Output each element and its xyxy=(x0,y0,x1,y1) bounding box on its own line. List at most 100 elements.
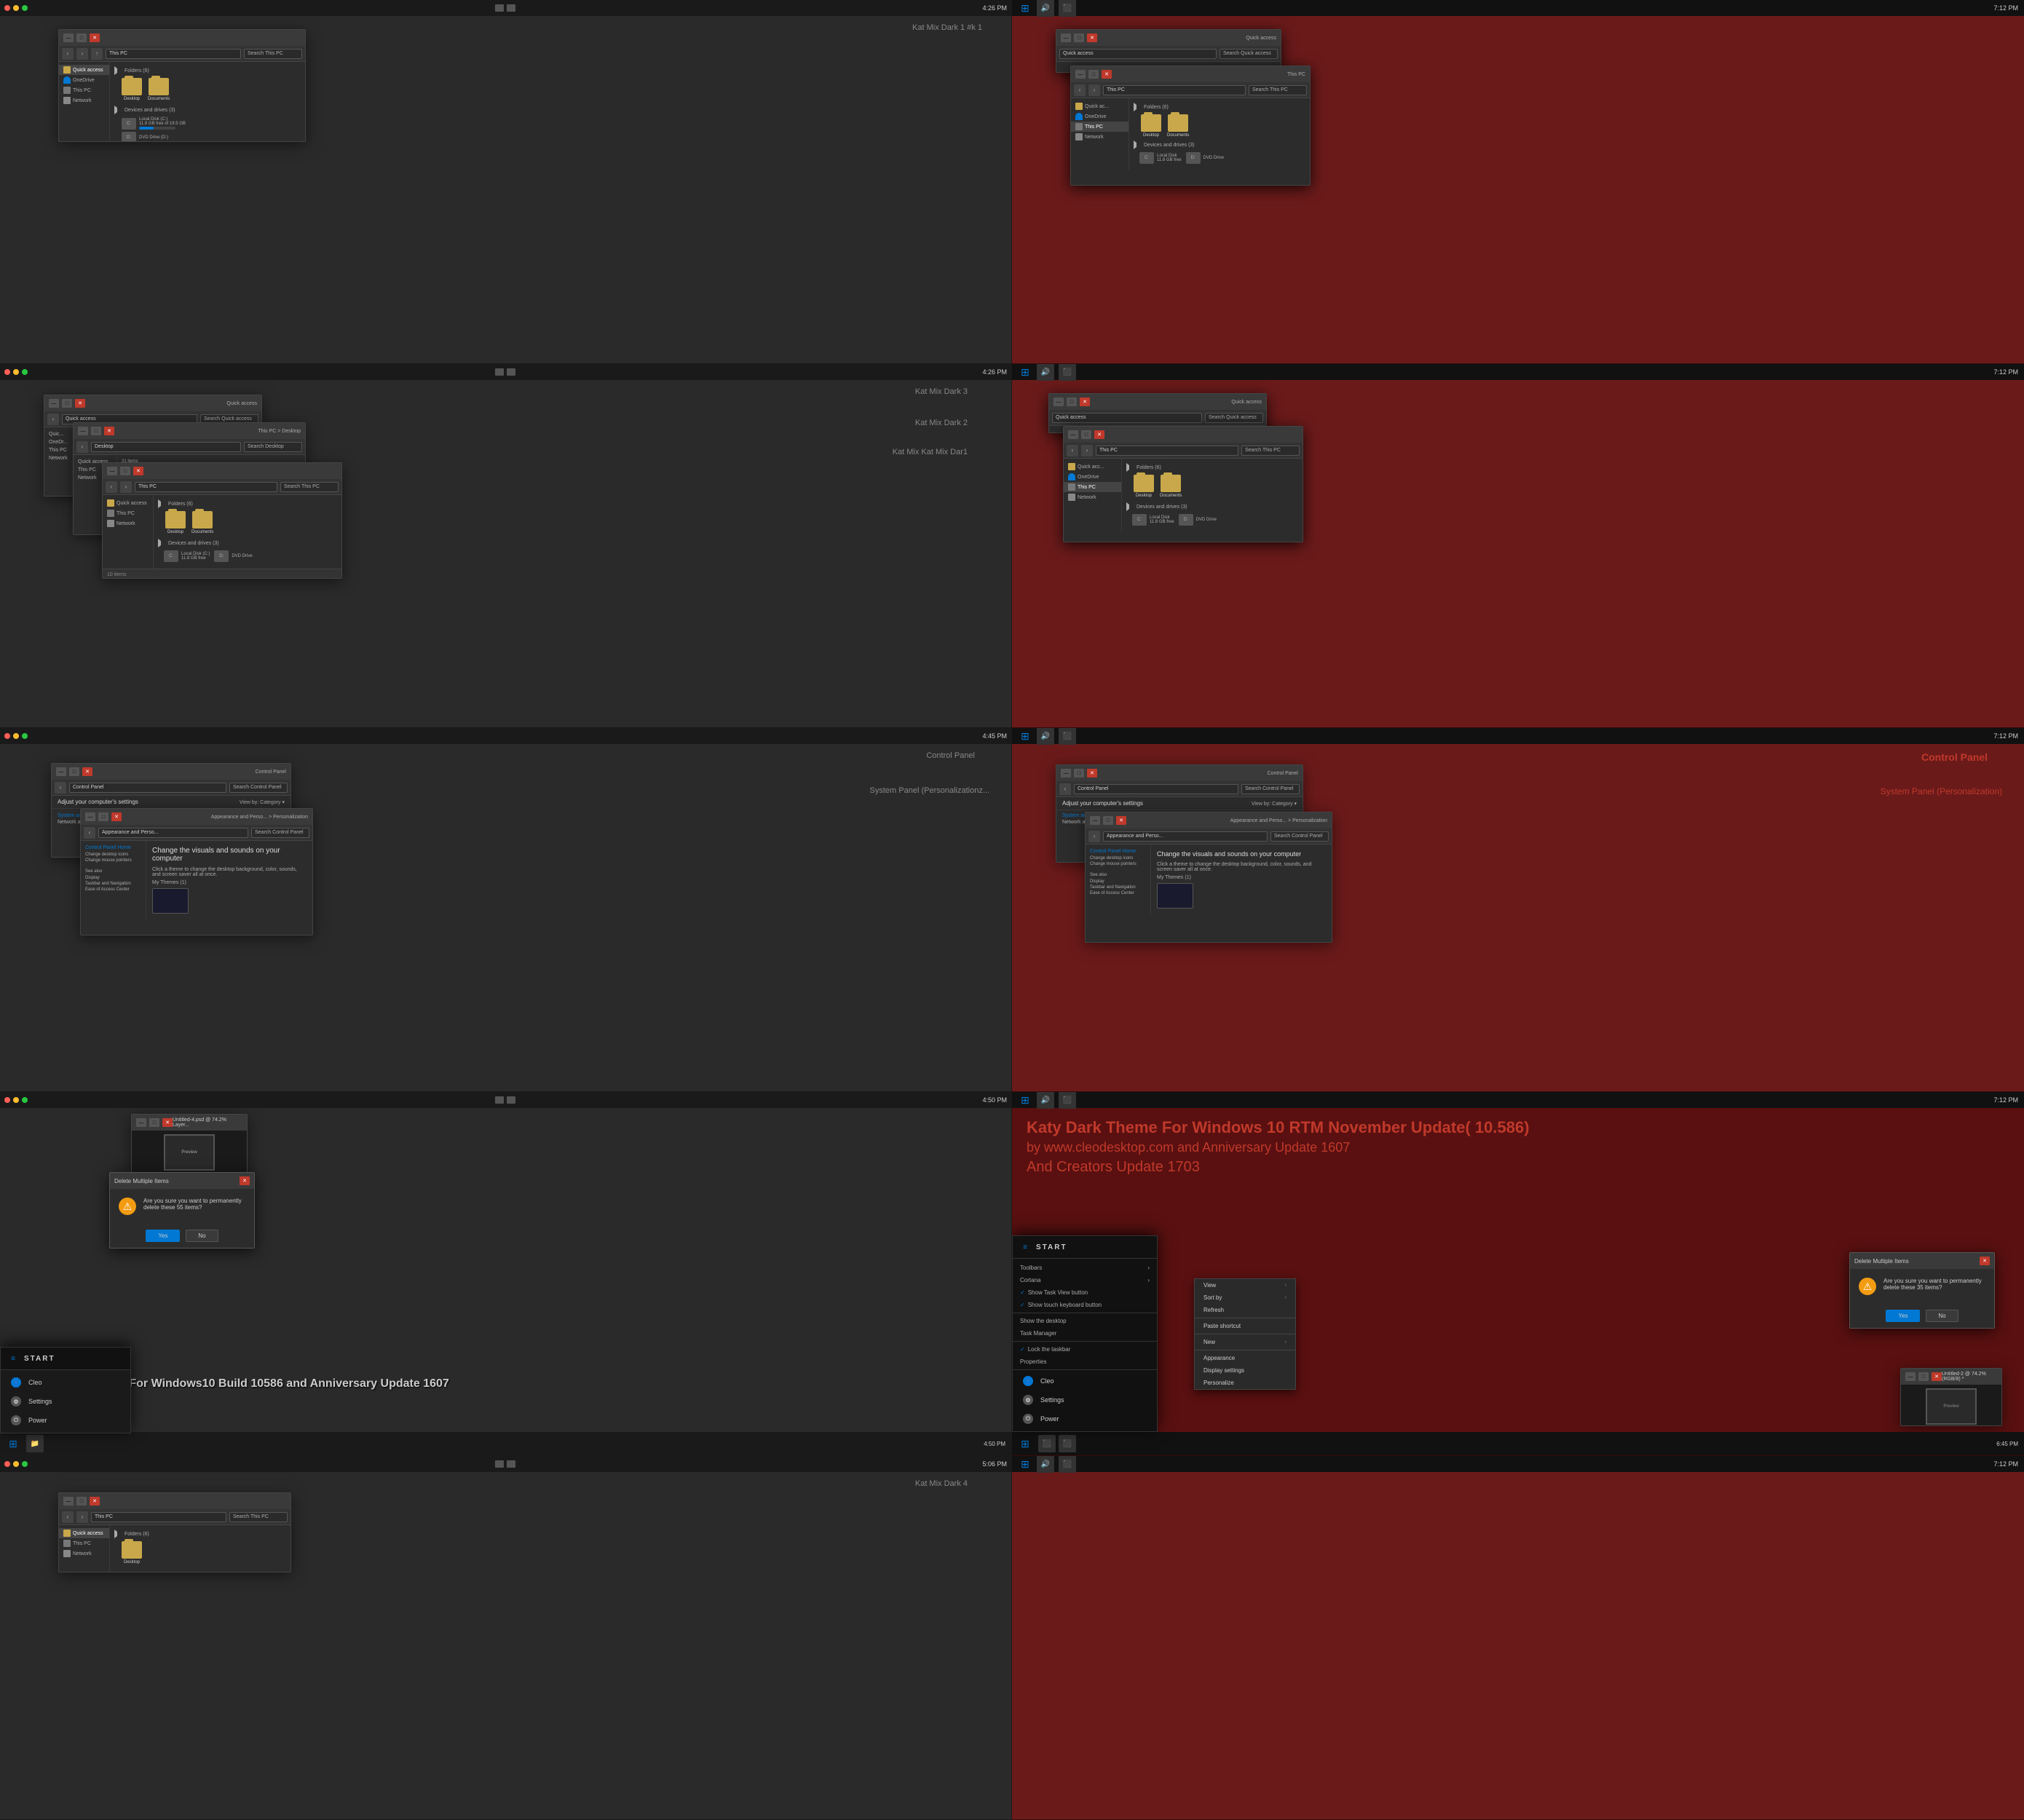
cpw2-close[interactable]: ✕ xyxy=(111,812,122,821)
cpw2-addr[interactable]: Appearance and Perso... xyxy=(98,828,248,838)
km4-addr[interactable]: This PC xyxy=(91,1512,226,1522)
win-controls-1[interactable]: — □ ✕ xyxy=(63,33,100,42)
sub-desktop-1b[interactable]: Desktop xyxy=(1141,114,1161,138)
sub2-docs-2[interactable]: Documents xyxy=(1160,475,1182,498)
dot-green[interactable] xyxy=(22,5,28,11)
cpw2-change-mouse[interactable]: Change mouse pointers xyxy=(85,858,141,863)
km4-desktop[interactable]: Desktop xyxy=(122,1541,142,1564)
cpRP-change-mouse[interactable]: Change mouse pointers xyxy=(1090,861,1146,867)
dot-g-km4[interactable] xyxy=(22,1461,28,1467)
dots-ps[interactable] xyxy=(4,1097,28,1103)
sub2-fwd-2[interactable]: › xyxy=(1081,445,1093,456)
sub-close-1a[interactable]: ✕ xyxy=(1087,33,1097,42)
dot-r-cp[interactable] xyxy=(4,733,10,739)
sub2-qa-2[interactable]: Quick acc... xyxy=(1064,462,1121,472)
km1-net[interactable]: Network xyxy=(103,518,153,529)
dot-yellow[interactable] xyxy=(13,5,19,11)
cpRP-theme-preview[interactable] xyxy=(1157,883,1193,909)
win-start-2[interactable]: ⊞ xyxy=(1018,365,1032,379)
dot-r-ps[interactable] xyxy=(4,1097,10,1103)
win-tbi-katy-1[interactable]: 🔊 xyxy=(1037,1092,1054,1109)
km4-qa[interactable]: Quick access xyxy=(59,1528,109,1538)
km1-min[interactable]: — xyxy=(107,467,117,475)
cpR-winctrl[interactable]: — □ ✕ xyxy=(1061,769,1097,778)
win-tbi-ps-1[interactable]: 📁 xyxy=(26,1435,44,1452)
file-item-desktop[interactable]: Desktop xyxy=(122,78,142,101)
km1-back[interactable]: ‹ xyxy=(106,481,117,493)
cpRP-winctrl[interactable]: — □ ✕ xyxy=(1090,816,1126,825)
sub-onedrive-1b[interactable]: OneDrive xyxy=(1071,111,1128,122)
km2-back[interactable]: ‹ xyxy=(76,441,88,453)
km3-min[interactable]: — xyxy=(49,399,59,408)
km1-addr[interactable]: This PC xyxy=(135,482,277,492)
cpRP-back[interactable]: ‹ xyxy=(1088,831,1100,842)
win-taskbar-icon-1[interactable]: 🔊 xyxy=(1037,0,1054,17)
dialog-close-right[interactable]: ✕ xyxy=(1980,1257,1990,1265)
ctx-sortby[interactable]: Sort by › xyxy=(1195,1291,1295,1304)
cpw2-change-desktop[interactable]: Change desktop icons xyxy=(85,852,141,858)
win-tbi-k-2[interactable]: ⬛ xyxy=(1059,1435,1076,1452)
cpRP-close[interactable]: ✕ xyxy=(1116,816,1126,825)
km3-back[interactable]: ‹ xyxy=(47,414,59,425)
ps-min[interactable]: — xyxy=(136,1118,146,1127)
win-tbi-r5-2[interactable]: ⬛ xyxy=(1059,1456,1076,1473)
win-tbi-r5-1[interactable]: 🔊 xyxy=(1037,1456,1054,1473)
cpw2-min[interactable]: — xyxy=(85,812,95,821)
win-start-katy[interactable]: ⊞ xyxy=(1018,1093,1032,1107)
ctx-display[interactable]: Display settings xyxy=(1195,1364,1295,1377)
km4-min[interactable]: — xyxy=(63,1497,74,1506)
win-start-ps[interactable]: ⊞ xyxy=(6,1436,20,1451)
ctx-new[interactable]: New › xyxy=(1195,1336,1295,1348)
ps-winctrl[interactable]: — □ ✕ xyxy=(136,1118,173,1127)
ps-max-r[interactable]: □ xyxy=(1918,1372,1929,1381)
start-r-power[interactable]: ⏻ Power xyxy=(1013,1409,1157,1428)
cpw2-max[interactable]: □ xyxy=(98,812,108,821)
sub2-pc-2[interactable]: This PC xyxy=(1064,482,1121,492)
cpR-back[interactable]: ‹ xyxy=(1059,783,1071,795)
sub2-wc-1[interactable]: — □ ✕ xyxy=(1053,397,1090,406)
km2-search[interactable]: Search Desktop xyxy=(244,442,302,452)
cp-close[interactable]: ✕ xyxy=(82,767,92,776)
sub-qa-1b[interactable]: Quick ac... xyxy=(1071,101,1128,111)
cpR-close[interactable]: ✕ xyxy=(1087,769,1097,778)
sidebar-quickaccess[interactable]: Quick access xyxy=(59,65,109,75)
sub2-od-2[interactable]: OneDrive xyxy=(1064,472,1121,482)
forward-btn[interactable]: › xyxy=(76,48,88,60)
km4-close[interactable]: ✕ xyxy=(90,1497,100,1506)
sub-network-1b[interactable]: Network xyxy=(1071,132,1128,142)
ctx-paste[interactable]: Paste shortcut xyxy=(1195,1320,1295,1332)
start-showdesktop[interactable]: Show the desktop xyxy=(1013,1315,1157,1327)
km1-winctrl[interactable]: — □ ✕ xyxy=(107,467,143,475)
dot-y-km4[interactable] xyxy=(13,1461,19,1467)
km1-qa[interactable]: Quick access xyxy=(103,498,153,508)
close-btn[interactable]: ✕ xyxy=(90,33,100,42)
start-item-user[interactable]: 👤 Cleo xyxy=(1,1373,130,1392)
start-r-settings[interactable]: ⚙ Settings xyxy=(1013,1390,1157,1409)
km3-winctrl[interactable]: — □ ✕ xyxy=(49,399,85,408)
cpR-addr[interactable]: Control Panel xyxy=(1074,784,1238,794)
win-start-icon[interactable]: ⊞ xyxy=(1018,1,1032,15)
win-tbi-k-1[interactable]: ⬛ xyxy=(1038,1435,1056,1452)
km2-winctrl[interactable]: — □ ✕ xyxy=(78,427,114,435)
sub-winctrl-1a[interactable]: — □ ✕ xyxy=(1061,33,1097,42)
dialog-yes-right[interactable]: Yes xyxy=(1886,1310,1920,1322)
cpRP-ease[interactable]: Ease of Access Center xyxy=(1090,890,1146,896)
km2-max[interactable]: □ xyxy=(91,427,101,435)
address-bar-1[interactable]: This PC xyxy=(106,49,241,59)
km4-back[interactable]: ‹ xyxy=(62,1511,74,1523)
dialog-no-left[interactable]: No xyxy=(186,1230,218,1242)
sub-search-1b[interactable]: Search This PC xyxy=(1249,85,1307,95)
cpRP-change-desk[interactable]: Change desktop icons xyxy=(1090,855,1146,861)
dot-y-cp[interactable] xyxy=(13,733,19,739)
sub2-addr-1[interactable]: Quick access xyxy=(1052,413,1202,423)
cpR-max[interactable]: □ xyxy=(1074,769,1084,778)
minimize-btn[interactable]: — xyxy=(63,33,74,42)
window-dots[interactable] xyxy=(4,5,28,11)
sub2-search-2[interactable]: Search This PC xyxy=(1241,446,1300,456)
sub2-wc-2[interactable]: — □ ✕ xyxy=(1068,430,1104,439)
ctx-refresh[interactable]: Refresh xyxy=(1195,1304,1295,1316)
win-start-r5[interactable]: ⊞ xyxy=(1018,1457,1032,1471)
dots-km4[interactable] xyxy=(4,1461,28,1467)
win-dots-2[interactable] xyxy=(4,369,28,375)
sub2-max-1[interactable]: □ xyxy=(1067,397,1077,406)
